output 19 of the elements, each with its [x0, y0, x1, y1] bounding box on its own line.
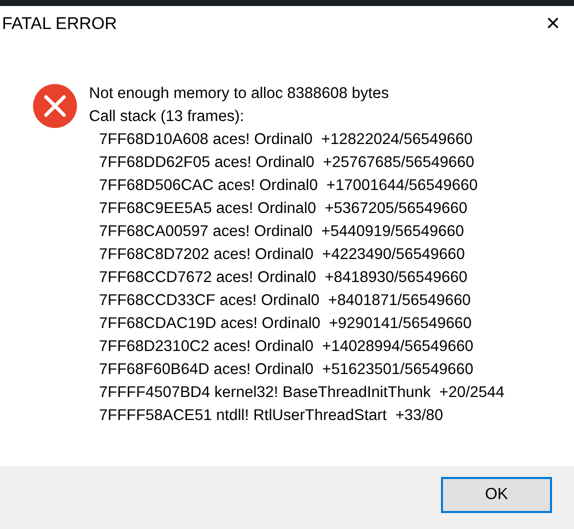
stack-frame: 7FF68C9EE5A5 aces! Ordinal0 +5367205/56549660	[89, 197, 504, 220]
stack-frame: 7FF68CCD33CF aces! Ordinal0 +8401871/56549660	[89, 289, 504, 312]
stack-frame: 7FFFF4507BD4 kernel32! BaseThreadInitThunk +20/2544	[89, 381, 504, 404]
stack-frame: 7FF68CA00597 aces! Ordinal0 +5440919/56549660	[89, 220, 504, 243]
error-icon	[33, 84, 77, 128]
close-button[interactable]: ×	[544, 12, 562, 36]
error-message: Not enough memory to alloc 8388608 bytes	[89, 84, 390, 104]
stack-frame: 7FF68C8D7202 aces! Ordinal0 +4223490/56549660	[89, 243, 504, 266]
stack-frame: 7FFFF58ACE51 ntdll! RtlUserThreadStart +33/80	[89, 404, 504, 427]
stack-frame: 7FF68CCD7672 aces! Ordinal0 +8418930/56549660	[89, 266, 504, 289]
stack-frame: 7FF68D2310C2 aces! Ordinal0 +14028994/56549660	[89, 335, 504, 358]
stack-frame: 7FF68F60B64D aces! Ordinal0 +51623501/56549660	[89, 358, 504, 381]
window-title: FATAL ERROR	[2, 14, 117, 34]
stack-frame: 7FF68CDAC19D aces! Ordinal0 +9290141/56549660	[89, 312, 504, 335]
call-stack-header: Call stack (13 frames):	[89, 107, 246, 127]
stack-frame: 7FF68D506CAC aces! Ordinal0 +17001644/56549660	[89, 174, 504, 197]
stack-frame: 7FF68D10A608 aces! Ordinal0 +12822024/56549660	[89, 128, 504, 151]
stack-frame: 7FF68DD62F05 aces! Ordinal0 +25767685/56549660	[89, 151, 504, 174]
ok-button[interactable]: OK	[441, 476, 552, 512]
